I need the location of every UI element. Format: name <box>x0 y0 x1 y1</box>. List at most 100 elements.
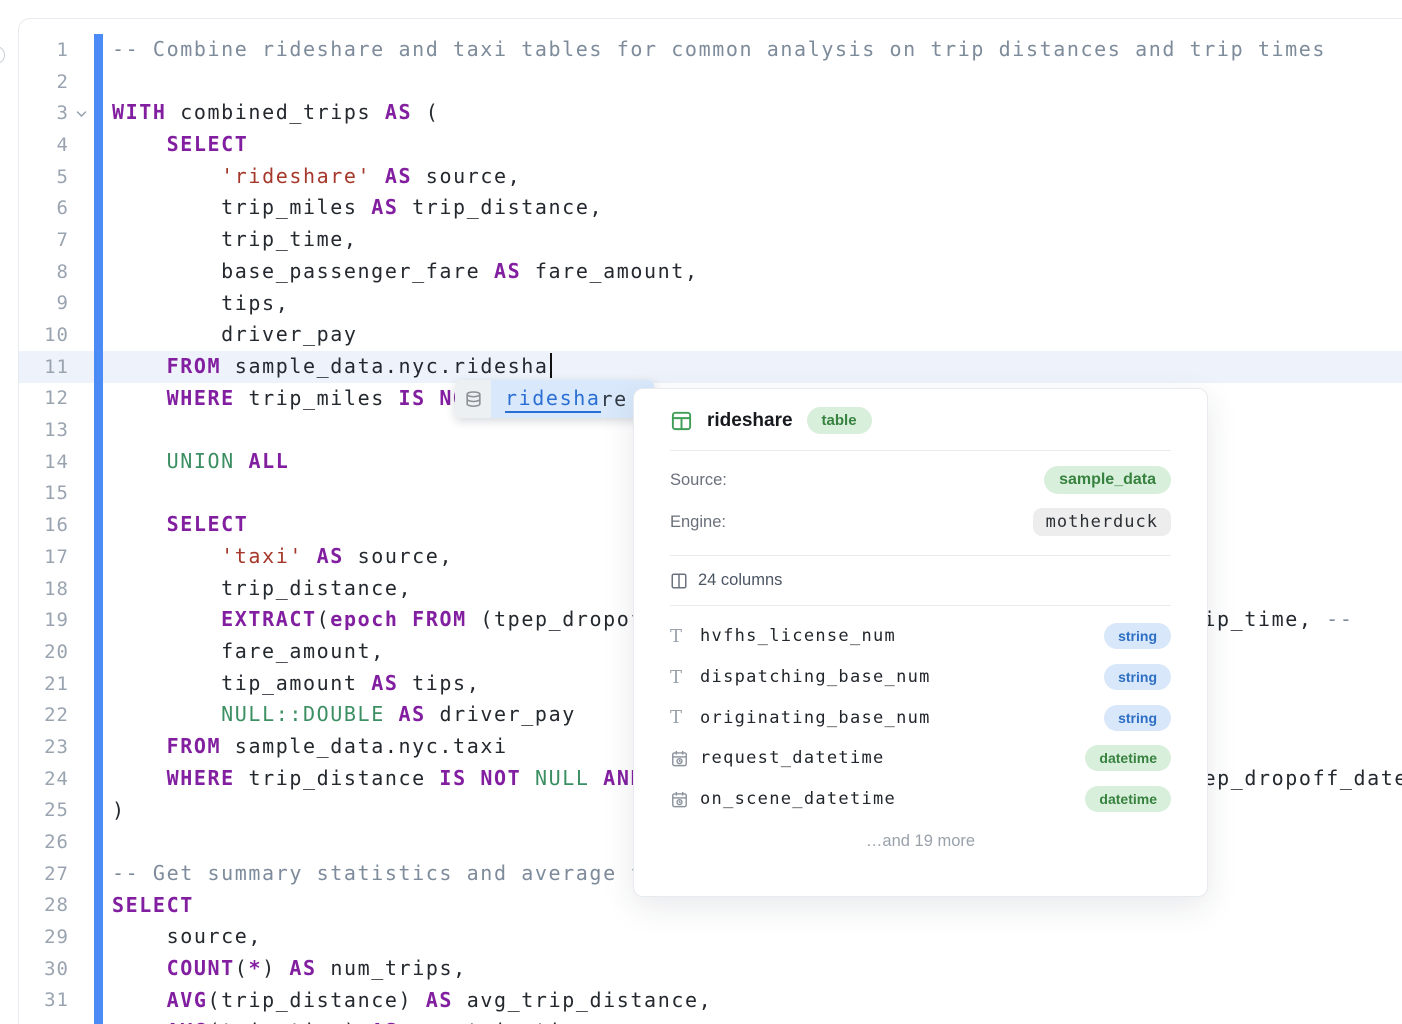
code-line-text: -- Combine rideshare and taxi tables for… <box>112 34 1326 66</box>
column-row: Thvfhs_license_num string <box>670 616 1171 657</box>
line-number: 15 <box>19 482 69 504</box>
autocomplete-dropdown: rideshare <box>455 380 654 418</box>
line-number: 8 <box>19 261 69 283</box>
code-line[interactable]: 30 COUNT(*) AS num_trips, <box>19 953 1402 985</box>
line-number: 14 <box>19 451 69 473</box>
code-line[interactable]: 32 AVG(trip_time) AS avg_trip_time, <box>19 1016 1402 1024</box>
source-label: Source: <box>670 471 727 490</box>
line-number: 27 <box>19 863 69 885</box>
code-line[interactable]: 10 driver_pay <box>19 319 1402 351</box>
column-name: hvfhs_license_num <box>700 626 896 646</box>
column-row: Toriginating_base_num string <box>670 697 1171 738</box>
line-number: 13 <box>19 419 69 441</box>
column-type-badge: datetime <box>1085 745 1171 771</box>
text-type-icon: T <box>670 626 700 647</box>
line-number: 18 <box>19 578 69 600</box>
code-line-text: AVG(trip_distance) AS avg_trip_distance, <box>112 985 712 1017</box>
code-line-text: WITH combined_trips AS ( <box>112 97 439 129</box>
column-type-badge: datetime <box>1085 786 1171 812</box>
database-icon <box>455 380 491 418</box>
popup-fields: Source: sample_data Engine: motherduck <box>670 451 1171 556</box>
app-window: 1 -- Combine rideshare and taxi tables fo… <box>0 0 1402 1024</box>
text-type-icon: T <box>670 707 700 728</box>
columns-icon <box>670 572 688 590</box>
column-row: Tdispatching_base_numstring <box>670 657 1171 698</box>
line-number: 31 <box>19 989 69 1011</box>
code-line-text: trip_distance, <box>112 573 412 605</box>
column-row: request_datetime datetime <box>670 738 1171 779</box>
column-row: on_scene_datetime datetime <box>670 779 1171 820</box>
column-list: Thvfhs_license_numstringTdispatching_bas… <box>670 606 1171 819</box>
text-cursor <box>550 353 552 378</box>
code-line-text: SELECT <box>112 890 194 922</box>
line-number: 1 <box>19 39 69 61</box>
code-line-text: COUNT(*) AS num_trips, <box>112 953 467 985</box>
table-info-popup: rideshare table Source: sample_data Engi… <box>633 388 1208 897</box>
columns-count-row: 24 columns <box>670 556 1171 606</box>
more-columns-text: …and 19 more <box>670 832 1171 851</box>
code-line-text: trip_miles AS trip_distance, <box>112 192 603 224</box>
code-line-text: trip_time, <box>112 224 358 256</box>
code-line-text: driver_pay <box>112 319 358 351</box>
datetime-icon <box>670 790 700 809</box>
code-line-text: SELECT <box>112 509 248 541</box>
code-line[interactable]: 6 trip_miles AS trip_distance, <box>19 192 1402 224</box>
popup-table-name: rideshare <box>707 410 793 432</box>
line-number: 6 <box>19 197 69 219</box>
popup-header: rideshare table <box>670 389 1171 451</box>
line-number: 30 <box>19 958 69 980</box>
line-number: 29 <box>19 926 69 948</box>
column-name: request_datetime <box>700 748 885 768</box>
column-name: originating_base_num <box>700 708 931 728</box>
code-line-text: ) <box>112 795 126 827</box>
line-number: 12 <box>19 387 69 409</box>
code-line[interactable]: 31 AVG(trip_distance) AS avg_trip_distan… <box>19 985 1402 1017</box>
line-number: 5 <box>19 166 69 188</box>
source-value-badge: sample_data <box>1044 466 1171 494</box>
code-line-text: tips, <box>112 288 289 320</box>
line-number: 26 <box>19 831 69 853</box>
line-number: 21 <box>19 673 69 695</box>
line-number: 28 <box>19 894 69 916</box>
code-line-text: AVG(trip_time) AS avg_trip_time, <box>112 1016 603 1024</box>
line-number: 10 <box>19 324 69 346</box>
code-line-text: SELECT <box>112 129 248 161</box>
line-number: 7 <box>19 229 69 251</box>
line-number: 3 <box>19 102 69 124</box>
autocomplete-item-rideshare[interactable]: rideshare <box>491 380 654 418</box>
column-type-badge: string <box>1104 664 1171 690</box>
line-number: 19 <box>19 609 69 631</box>
line-number: 9 <box>19 292 69 314</box>
column-name: on_scene_datetime <box>700 789 896 809</box>
code-line[interactable]: 1 -- Combine rideshare and taxi tables fo… <box>19 34 1402 66</box>
code-line[interactable]: 29 source, <box>19 921 1402 953</box>
code-line[interactable]: 3 WITH combined_trips AS ( <box>19 97 1402 129</box>
column-type-badge: string <box>1104 705 1171 731</box>
text-type-icon: T <box>670 667 700 688</box>
left-edge-partial-button[interactable] <box>0 46 5 64</box>
autocomplete-matched-text: ridesha <box>505 386 601 413</box>
table-icon <box>670 409 693 432</box>
code-line-text: 'rideshare' AS source, <box>112 161 521 193</box>
code-line-text: UNION ALL <box>112 446 289 478</box>
code-line[interactable]: 7 trip_time, <box>19 224 1402 256</box>
columns-count-text: 24 columns <box>698 571 782 590</box>
column-type-badge: string <box>1104 623 1171 649</box>
table-type-badge: table <box>807 407 872 434</box>
code-line[interactable]: 9 tips, <box>19 288 1402 320</box>
line-number: 24 <box>19 768 69 790</box>
code-line-text: FROM sample_data.nyc.ridesha <box>112 351 552 383</box>
code-line[interactable]: 5 'rideshare' AS source, <box>19 161 1402 193</box>
engine-row: Engine: motherduck <box>670 501 1171 543</box>
code-line[interactable]: 8 base_passenger_fare AS fare_amount, <box>19 256 1402 288</box>
line-number: 4 <box>19 134 69 156</box>
code-line[interactable]: 2 <box>19 66 1402 98</box>
code-line-text: source, <box>112 921 262 953</box>
code-line-text: tip_amount AS tips, <box>112 668 480 700</box>
code-line[interactable]: 11 FROM sample_data.nyc.ridesha <box>19 351 1402 383</box>
code-line[interactable]: 4 SELECT <box>19 129 1402 161</box>
line-number: 20 <box>19 641 69 663</box>
datetime-icon <box>670 749 700 768</box>
fold-chevron-icon[interactable] <box>69 106 94 121</box>
code-line-text: fare_amount, <box>112 636 385 668</box>
